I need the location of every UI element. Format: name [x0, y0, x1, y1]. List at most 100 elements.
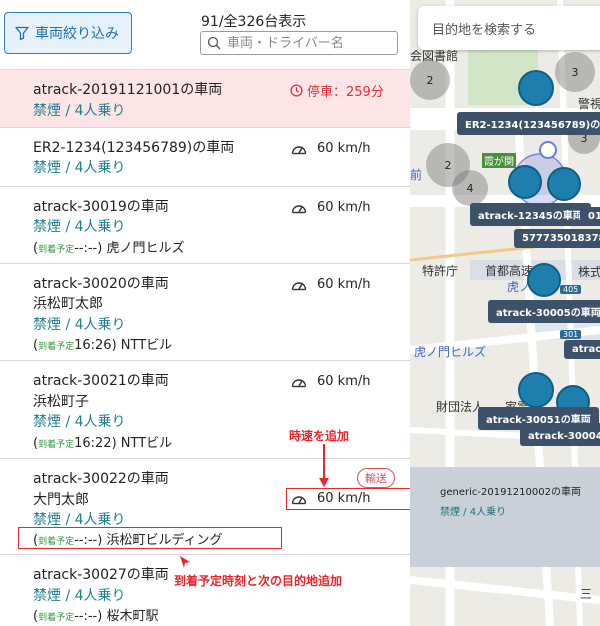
vehicle-row[interactable]: atrack-30021の車両 浜松町子 禁煙 / 4人乗り (到着予定16:2… — [0, 361, 410, 459]
map-destination-search[interactable]: 目的地を検索する — [418, 6, 600, 50]
map-label: 特許庁 — [422, 264, 459, 278]
vehicle-filter-button[interactable]: 車両絞り込み — [4, 12, 132, 54]
map-label: 前 — [410, 168, 423, 182]
speedometer-icon — [291, 145, 307, 154]
map-label: 警視 — [578, 97, 600, 111]
speed-value: 60 km/h — [317, 374, 371, 389]
eta-time: 16:26 — [74, 338, 112, 353]
vehicle-tags: 禁煙 / 4人乗り — [33, 103, 126, 119]
destination-name: NTTビル — [120, 436, 173, 451]
vehicle-speed: 60 km/h — [291, 200, 371, 215]
vehicle-marker[interactable] — [547, 167, 581, 201]
vehicle-row[interactable]: ER2-1234(123456789)の車両 禁煙 / 4人乗り 60 km/h — [0, 128, 410, 187]
destination-name: 桜木町駅 — [106, 609, 159, 624]
panel-header: 車両絞り込み 91/全326台表示 — [0, 0, 410, 70]
transport-badge: 輸送 — [357, 468, 395, 488]
vehicle-search-input[interactable] — [227, 35, 387, 51]
vehicle-row[interactable]: atrack-30020の車両 浜松町太郎 禁煙 / 4人乗り (到着予定16:… — [0, 264, 410, 361]
vehicle-name: atrack-30022の車両 — [33, 471, 169, 487]
map-cluster[interactable]: 3 — [555, 52, 595, 92]
eta-time: --:-- — [74, 241, 98, 256]
map-label: 三 — [580, 587, 593, 601]
speed-value: 60 km/h — [317, 200, 371, 215]
vehicle-map-tag[interactable]: 01 — [580, 207, 600, 226]
vehicle-map-tag[interactable]: atrack-30005の車両 — [488, 300, 600, 323]
vehicle-name: atrack-30021の車両 — [33, 373, 169, 389]
popup-vehicle-name: generic-20191210002の車両 — [440, 487, 581, 498]
driver-name: 浜松町太郎 — [33, 296, 103, 312]
annotation-arrow-down — [319, 444, 329, 487]
eta-label: 到着予定 — [38, 342, 75, 352]
vehicle-name: ER2-1234(123456789)の車両 — [33, 140, 235, 156]
next-destination: (到着予定--:--) 桜木町駅 — [33, 609, 159, 624]
vehicle-map-tag[interactable]: ER2-1234(123456789)の車両 — [457, 112, 600, 135]
map-label: 株式 — [578, 265, 600, 279]
speedometer-icon — [291, 378, 307, 387]
popup-vehicle-tags: 禁煙 / 4人乗り — [440, 507, 507, 518]
annotation-arrow-up — [180, 556, 190, 568]
eta-time: 16:22 — [74, 436, 112, 451]
vehicle-marker[interactable] — [518, 70, 554, 106]
vehicle-name: atrack-20191121001の車両 — [33, 82, 223, 98]
vehicle-panel: 車両絞り込み 91/全326台表示 atrack-20191121001の車両 … — [0, 0, 410, 626]
vehicle-speed: 60 km/h — [291, 374, 371, 389]
eta-label: 到着予定 — [38, 613, 75, 623]
app-root: 車両絞り込み 91/全326台表示 atrack-20191121001の車両 … — [0, 0, 600, 626]
vehicle-map-tag[interactable]: atrack — [564, 340, 600, 359]
vehicle-marker[interactable] — [527, 263, 561, 297]
speed-value: 60 km/h — [317, 141, 371, 156]
search-icon — [207, 36, 221, 50]
destination-name: 虎ノ門ヒルズ — [106, 241, 185, 256]
vehicle-info-popup[interactable]: generic-20191210002の車両 禁煙 / 4人乗り — [410, 467, 600, 567]
eta-label: 到着予定 — [38, 245, 75, 255]
vehicle-name: atrack-30027の車両 — [33, 567, 169, 583]
vehicle-speed: 60 km/h — [291, 141, 371, 156]
driver-name: 浜松町子 — [33, 394, 89, 410]
eta-annotation: 到着予定時刻と次の目的地追加 — [174, 574, 343, 588]
map-label: 首都高速 — [485, 264, 534, 278]
vehicle-name: atrack-30019の車両 — [33, 199, 169, 215]
vehicle-tags: 禁煙 / 4人乗り — [33, 588, 126, 604]
vehicle-tags: 禁煙 / 4人乗り — [33, 219, 126, 235]
stop-status: 停車：259分 — [290, 81, 384, 100]
next-destination: (到着予定16:22) NTTビル — [33, 436, 173, 451]
vehicle-tags: 禁煙 / 4人乗り — [33, 160, 126, 176]
next-destination: (到着予定--:--) 虎ノ門ヒルズ — [33, 241, 185, 256]
vehicle-name: atrack-30020の車両 — [33, 276, 169, 292]
vehicle-marker[interactable] — [508, 165, 542, 199]
destination-name: NTTビル — [120, 338, 173, 353]
map-route-number: 301 — [560, 330, 582, 339]
vehicle-tags: 禁煙 / 4人乗り — [33, 414, 126, 430]
vehicle-map-tag[interactable]: atrack-12345の車両 — [470, 203, 591, 226]
vehicle-count: 91/全326台表示 — [201, 14, 307, 30]
eta-time: --:-- — [74, 609, 98, 624]
vehicle-marker[interactable] — [518, 372, 554, 408]
map-view[interactable]: 目的地を検索する 会図書館 警視 霞が関 前 特許庁 首都高速 株式 虎ノ門 虎… — [410, 0, 600, 626]
vehicle-search-box[interactable] — [200, 31, 398, 55]
map-label: 財団法人 — [436, 400, 485, 414]
eta-label: 到着予定 — [38, 440, 75, 450]
vehicle-map-tag[interactable]: 577735018378 — [514, 229, 600, 248]
clock-icon — [290, 84, 303, 97]
driver-name: 大門太郎 — [33, 492, 89, 508]
vehicle-row[interactable]: atrack-30019の車両 禁煙 / 4人乗り (到着予定--:--) 虎ノ… — [0, 187, 410, 264]
vehicle-row[interactable]: atrack-30027の車両 禁煙 / 4人乗り (到着予定--:--) 桜木… — [0, 555, 410, 626]
vehicle-map-tag[interactable]: atrack-30004の — [520, 423, 600, 446]
speed-highlight-box — [286, 488, 410, 510]
map-cluster[interactable]: 4 — [452, 170, 488, 206]
vehicle-tags: 禁煙 / 4人乗り — [33, 317, 126, 333]
map-route-number: 405 — [560, 285, 582, 294]
filter-icon — [15, 26, 29, 40]
speed-value: 60 km/h — [317, 277, 371, 292]
vehicle-row[interactable]: atrack-20191121001の車両 禁煙 / 4人乗り 停車：259分 — [0, 70, 410, 128]
vehicle-tags: 禁煙 / 4人乗り — [33, 512, 126, 528]
map-label: 霞が関 — [482, 153, 516, 168]
vehicle-speed: 60 km/h — [291, 277, 371, 292]
stop-duration: 停車：259分 — [307, 85, 384, 100]
destination-highlight-box — [18, 527, 282, 549]
speedometer-icon — [291, 281, 307, 290]
speed-annotation: 時速を追加 — [289, 429, 350, 443]
speedometer-icon — [291, 204, 307, 213]
map-cluster[interactable]: 2 — [410, 60, 450, 100]
filter-button-label: 車両絞り込み — [35, 26, 119, 42]
